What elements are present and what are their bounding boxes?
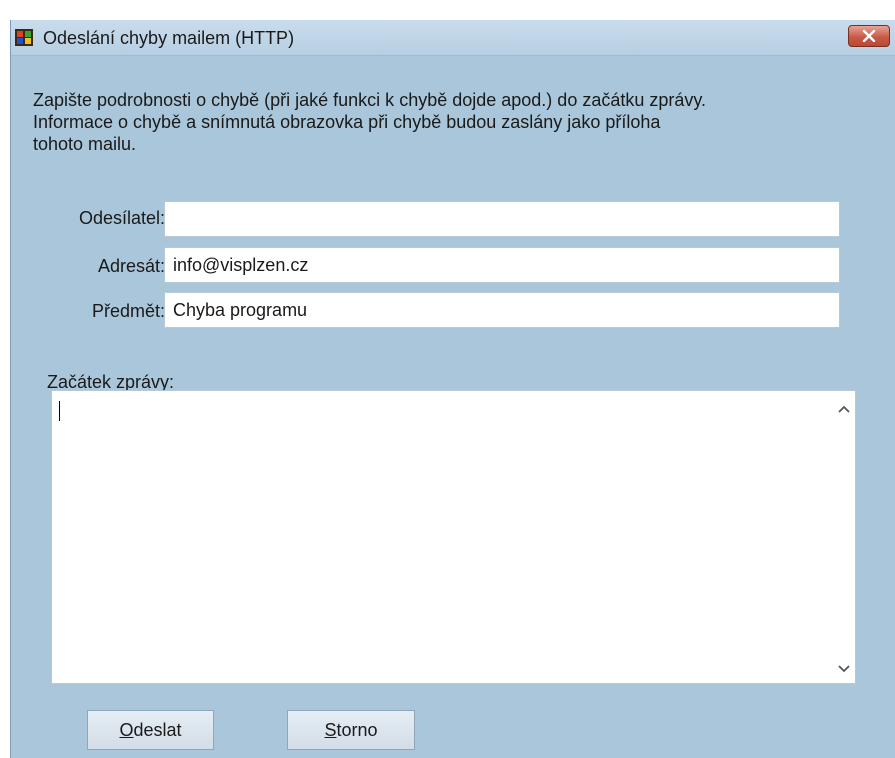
send-button[interactable]: Odeslat bbox=[87, 710, 214, 750]
email-error-dialog: Odeslání chyby mailem (HTTP) Zapište pod… bbox=[10, 20, 895, 758]
instructions-line-2: Informace o chybě a snímnutá obrazovka p… bbox=[33, 112, 661, 132]
recipient-field[interactable] bbox=[164, 247, 840, 283]
instructions-text: Zapište podrobnosti o chybě (při jaké fu… bbox=[33, 89, 893, 155]
recipient-label: Adresát: bbox=[97, 256, 165, 276]
window-title: Odeslání chyby mailem (HTTP) bbox=[43, 28, 295, 48]
text-caret bbox=[59, 401, 60, 421]
instructions-line-1: Zapište podrobnosti o chybě (při jaké fu… bbox=[33, 90, 707, 110]
app-windows-icon bbox=[15, 29, 33, 46]
chevron-down-icon[interactable] bbox=[838, 665, 850, 673]
subject-field[interactable] bbox=[164, 292, 840, 328]
message-textarea[interactable] bbox=[52, 391, 832, 683]
sender-label: Odesílatel: bbox=[78, 208, 165, 228]
cancel-mnemonic: S bbox=[324, 719, 337, 740]
send-label: deslat bbox=[133, 719, 182, 740]
close-button[interactable] bbox=[848, 25, 890, 47]
cancel-button[interactable]: Storno bbox=[287, 710, 415, 750]
cancel-label: torno bbox=[336, 719, 378, 740]
subject-label: Předmět: bbox=[91, 301, 165, 321]
chevron-up-icon[interactable] bbox=[838, 405, 850, 413]
title-bar[interactable]: Odeslání chyby mailem (HTTP) bbox=[11, 20, 895, 56]
send-mnemonic: O bbox=[119, 719, 134, 740]
close-x-icon bbox=[862, 30, 876, 42]
instructions-line-3: tohoto mailu. bbox=[33, 134, 137, 154]
message-box bbox=[51, 390, 856, 684]
sender-field[interactable] bbox=[164, 201, 840, 237]
message-scrollbar[interactable] bbox=[833, 391, 855, 683]
